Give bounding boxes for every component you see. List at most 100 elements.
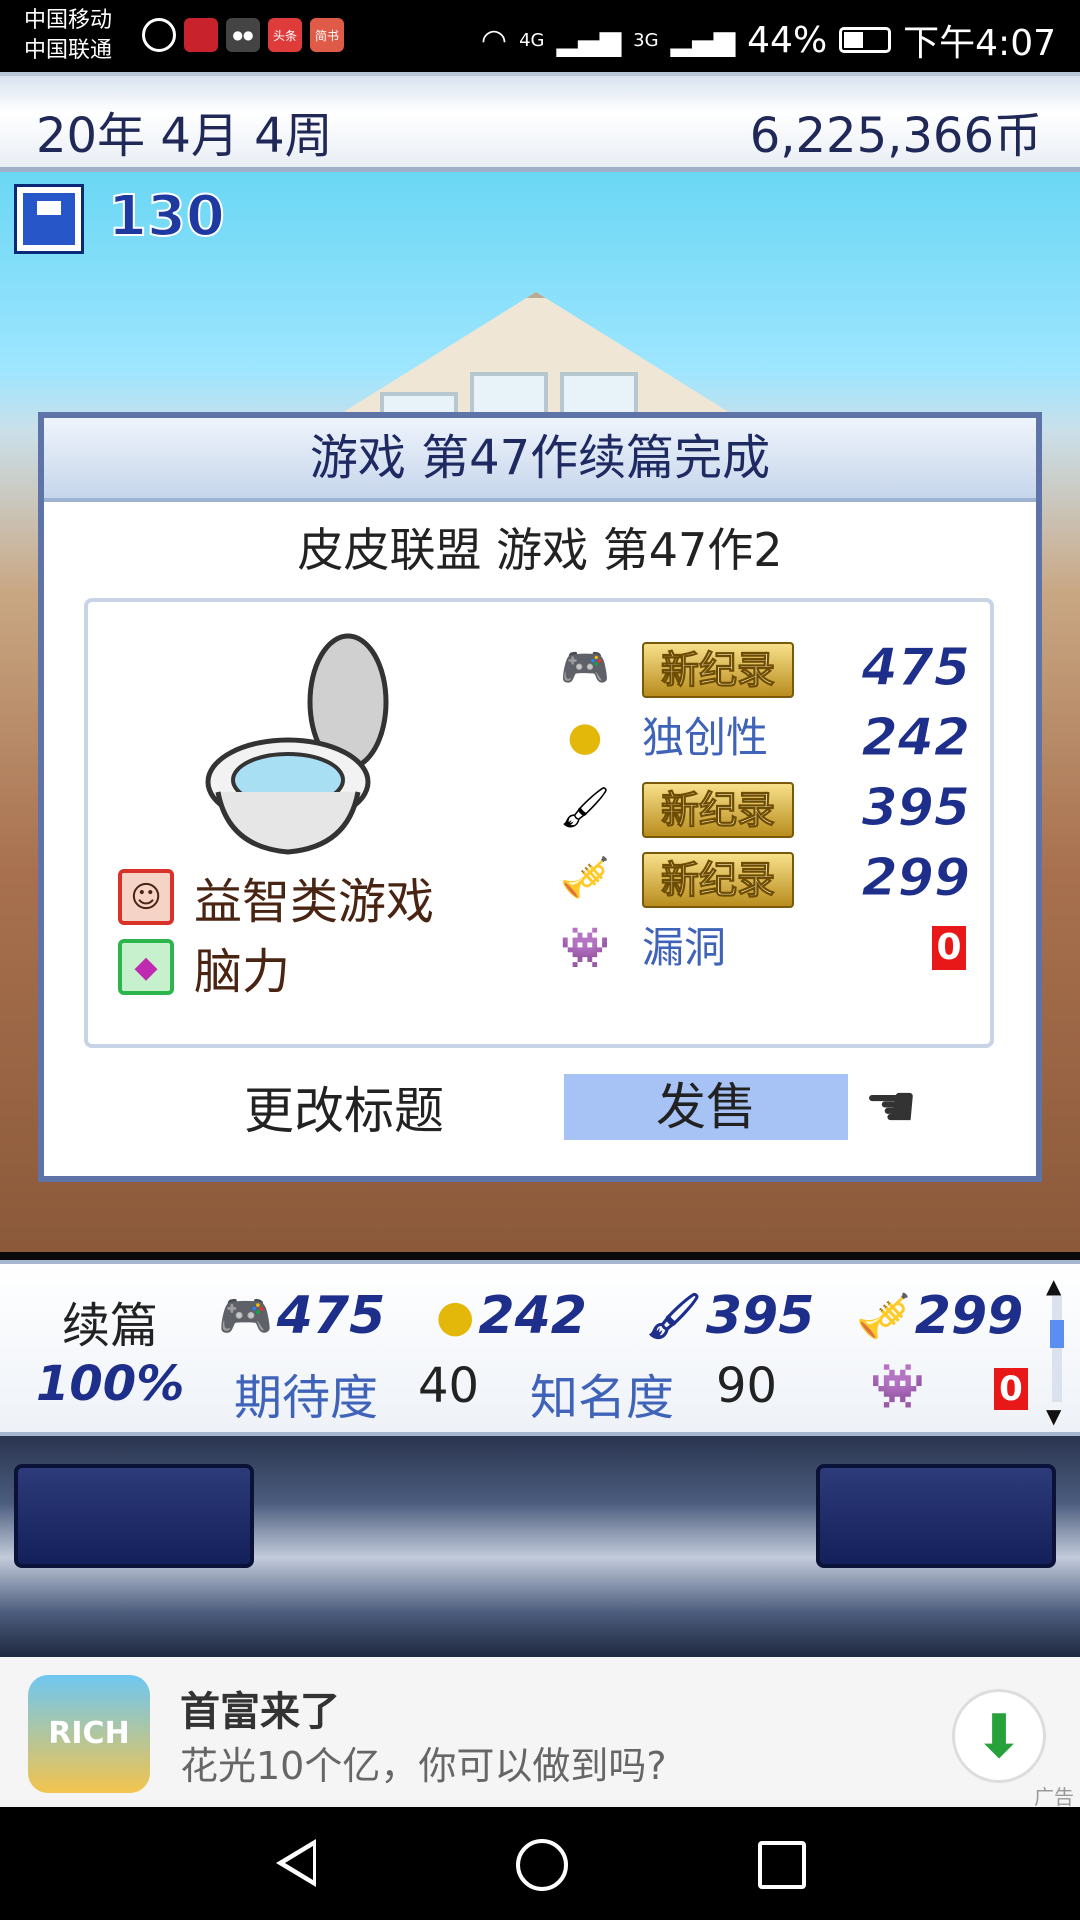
fame-value: 90	[716, 1358, 778, 1414]
paint-brush-icon: 🖌	[559, 784, 611, 831]
info-originality: ● 242	[436, 1286, 587, 1346]
expectation-label: 期待度	[234, 1370, 379, 1426]
dialog-title: 游戏 第47作续篇完成	[44, 418, 1036, 502]
paint-brush-icon: 🖌	[646, 1291, 702, 1342]
progress-percent: 100%	[36, 1356, 185, 1412]
wifi-icon: ◠	[480, 22, 508, 58]
notification-icons: ●● 头条 简书	[142, 18, 344, 52]
stat-row-graphics: 🖌 新纪录 395	[550, 772, 980, 842]
rename-button[interactable]: 更改标题	[224, 1078, 464, 1144]
menu-bar	[0, 1436, 1080, 1657]
face-icon: ☺	[118, 869, 174, 925]
stat-label: 独创性	[642, 713, 769, 762]
recent-apps-icon[interactable]	[758, 1841, 806, 1889]
info-scrollbar[interactable]: ▲ ▼	[1046, 1274, 1068, 1428]
new-record-badge: 新纪录	[642, 642, 794, 698]
menu-button-right[interactable]	[816, 1464, 1056, 1568]
stat-value: 395	[861, 778, 971, 839]
type-label: 脑力	[194, 944, 291, 1000]
ad-tag: 广告	[1034, 1785, 1074, 1809]
sequel-label: 续篇	[62, 1298, 159, 1354]
game-screen[interactable]: 20年 4月 4周 6,225,366币 130 游戏 第47作续篇完成 皮皮联…	[0, 72, 1080, 1657]
save-disk-icon[interactable]	[14, 184, 84, 254]
stat-label: 漏洞	[642, 923, 727, 972]
stat-value: 475	[861, 638, 971, 699]
scroll-up-arrow-icon[interactable]: ▲	[1046, 1274, 1061, 1298]
pointing-hand-icon: ☚	[864, 1072, 918, 1142]
back-icon-inner	[285, 1846, 313, 1880]
top-info-bar: 20年 4月 4周 6,225,366币	[0, 72, 1080, 172]
system-indicators: ◠ 4G ▂▄▆ 3G ▂▄▆ 44% 下午4:07	[481, 14, 1056, 66]
ad-title[interactable]: 首富来了	[180, 1679, 340, 1737]
timer-icon	[142, 18, 176, 52]
download-icon[interactable]: ⬇	[952, 1689, 1046, 1783]
save-count: 130	[107, 183, 226, 250]
stat-value: 299	[861, 848, 971, 909]
menu-button-left[interactable]	[14, 1464, 254, 1568]
genre-row: ☺ 益智类游戏	[118, 862, 434, 932]
new-record-badge: 新纪录	[642, 782, 794, 838]
status-bar: 中国移动 中国联通 ●● 头条 简书 ◠ 4G ▂▄▆ 3G ▂▄▆ 44% 下…	[0, 0, 1080, 72]
signal-3g-icon: 3G	[633, 29, 659, 51]
sound-value: 299	[914, 1286, 1024, 1346]
scroll-down-arrow-icon[interactable]: ▼	[1046, 1404, 1061, 1428]
clock: 下午4:07	[903, 23, 1056, 64]
info-fun: 🎮 475	[218, 1286, 385, 1346]
ad-banner[interactable]: RICH 首富来了 花光10个亿，你可以做到吗? ⬇ 广告	[0, 1657, 1080, 1809]
toilet-icon	[205, 633, 389, 855]
trumpet-icon: 🎺	[560, 854, 610, 901]
home-icon[interactable]	[516, 1839, 568, 1891]
save-disk-body	[23, 193, 75, 245]
game-name: 皮皮联盟 游戏 第47作2	[297, 523, 783, 577]
carrier-1: 中国移动	[24, 8, 113, 33]
trumpet-icon: 🎺	[856, 1291, 911, 1342]
signal-4g-icon: 4G	[519, 29, 545, 51]
fun-value: 475	[276, 1286, 386, 1346]
expectation-value: 40	[418, 1358, 480, 1414]
book-app-icon	[184, 18, 218, 52]
scroll-track[interactable]	[1052, 1296, 1062, 1402]
sell-button[interactable]: 发售	[564, 1074, 848, 1140]
game-info-panel[interactable]: 续篇 100% 🎮 475 ● 242 🖌 395 🎺 299 期待度 40 知…	[0, 1260, 1080, 1436]
ad-description[interactable]: 花光10个亿，你可以做到吗?	[180, 1735, 667, 1790]
info-graphics: 🖌 395	[646, 1286, 814, 1346]
release-dialog: 游戏 第47作续篇完成 皮皮联盟 游戏 第47作2 ☺ 益智类游戏 ◆ 脑力 🎮…	[38, 412, 1042, 1182]
signal-bars-2-icon: ▂▄▆	[670, 23, 736, 57]
battery-level	[844, 32, 863, 48]
gold-coin-icon: ●	[567, 714, 603, 760]
stat-row-sound: 🎺 新纪录 299	[550, 842, 980, 912]
bug-icon: 👾	[870, 1361, 925, 1412]
controller-icon: 🎮	[560, 644, 610, 691]
info-sound: 🎺 299	[856, 1286, 1023, 1346]
game-details-panel: ☺ 益智类游戏 ◆ 脑力 🎮 新纪录 475 ● 独创性 242 🖌 新纪录 3…	[84, 598, 994, 1048]
gem-icon: ◆	[118, 939, 174, 995]
gold-coin-icon: ●	[436, 1290, 475, 1342]
originality-value: 242	[478, 1286, 587, 1346]
wechat-icon: ●●	[226, 18, 260, 52]
fame-label: 知名度	[530, 1370, 675, 1426]
new-record-badge: 新纪录	[642, 852, 794, 908]
save-disk-label	[37, 201, 61, 215]
battery-percent: 44%	[747, 19, 828, 61]
ad-app-icon[interactable]: RICH	[28, 1675, 150, 1793]
stat-row-originality: ● 独创性 242	[550, 702, 980, 772]
graphics-value: 395	[705, 1286, 815, 1346]
stat-row-bugs: 👾 漏洞 0	[550, 912, 980, 982]
navigation-bar	[0, 1807, 1080, 1920]
bug-count: 0	[932, 926, 966, 970]
jianshu-icon: 简书	[310, 18, 344, 52]
signal-bars-1-icon: ▂▄▆	[556, 23, 622, 57]
game-date: 20年 4月 4周	[36, 108, 333, 164]
scroll-thumb[interactable]	[1050, 1320, 1064, 1348]
stat-value: 242	[861, 708, 971, 769]
carrier-info: 中国移动 中国联通	[24, 6, 112, 66]
bug-count: 0	[994, 1368, 1028, 1410]
controller-icon: 🎮	[218, 1291, 273, 1342]
genre-label: 益智类游戏	[194, 874, 435, 930]
carrier-2: 中国联通	[24, 38, 113, 63]
stat-row-fun: 🎮 新纪录 475	[550, 632, 980, 702]
coin-balance: 6,225,366币	[749, 108, 1042, 164]
bug-icon: 👾	[560, 924, 610, 971]
toutiao-icon: 头条	[268, 18, 302, 52]
type-row: ◆ 脑力	[118, 932, 290, 1002]
